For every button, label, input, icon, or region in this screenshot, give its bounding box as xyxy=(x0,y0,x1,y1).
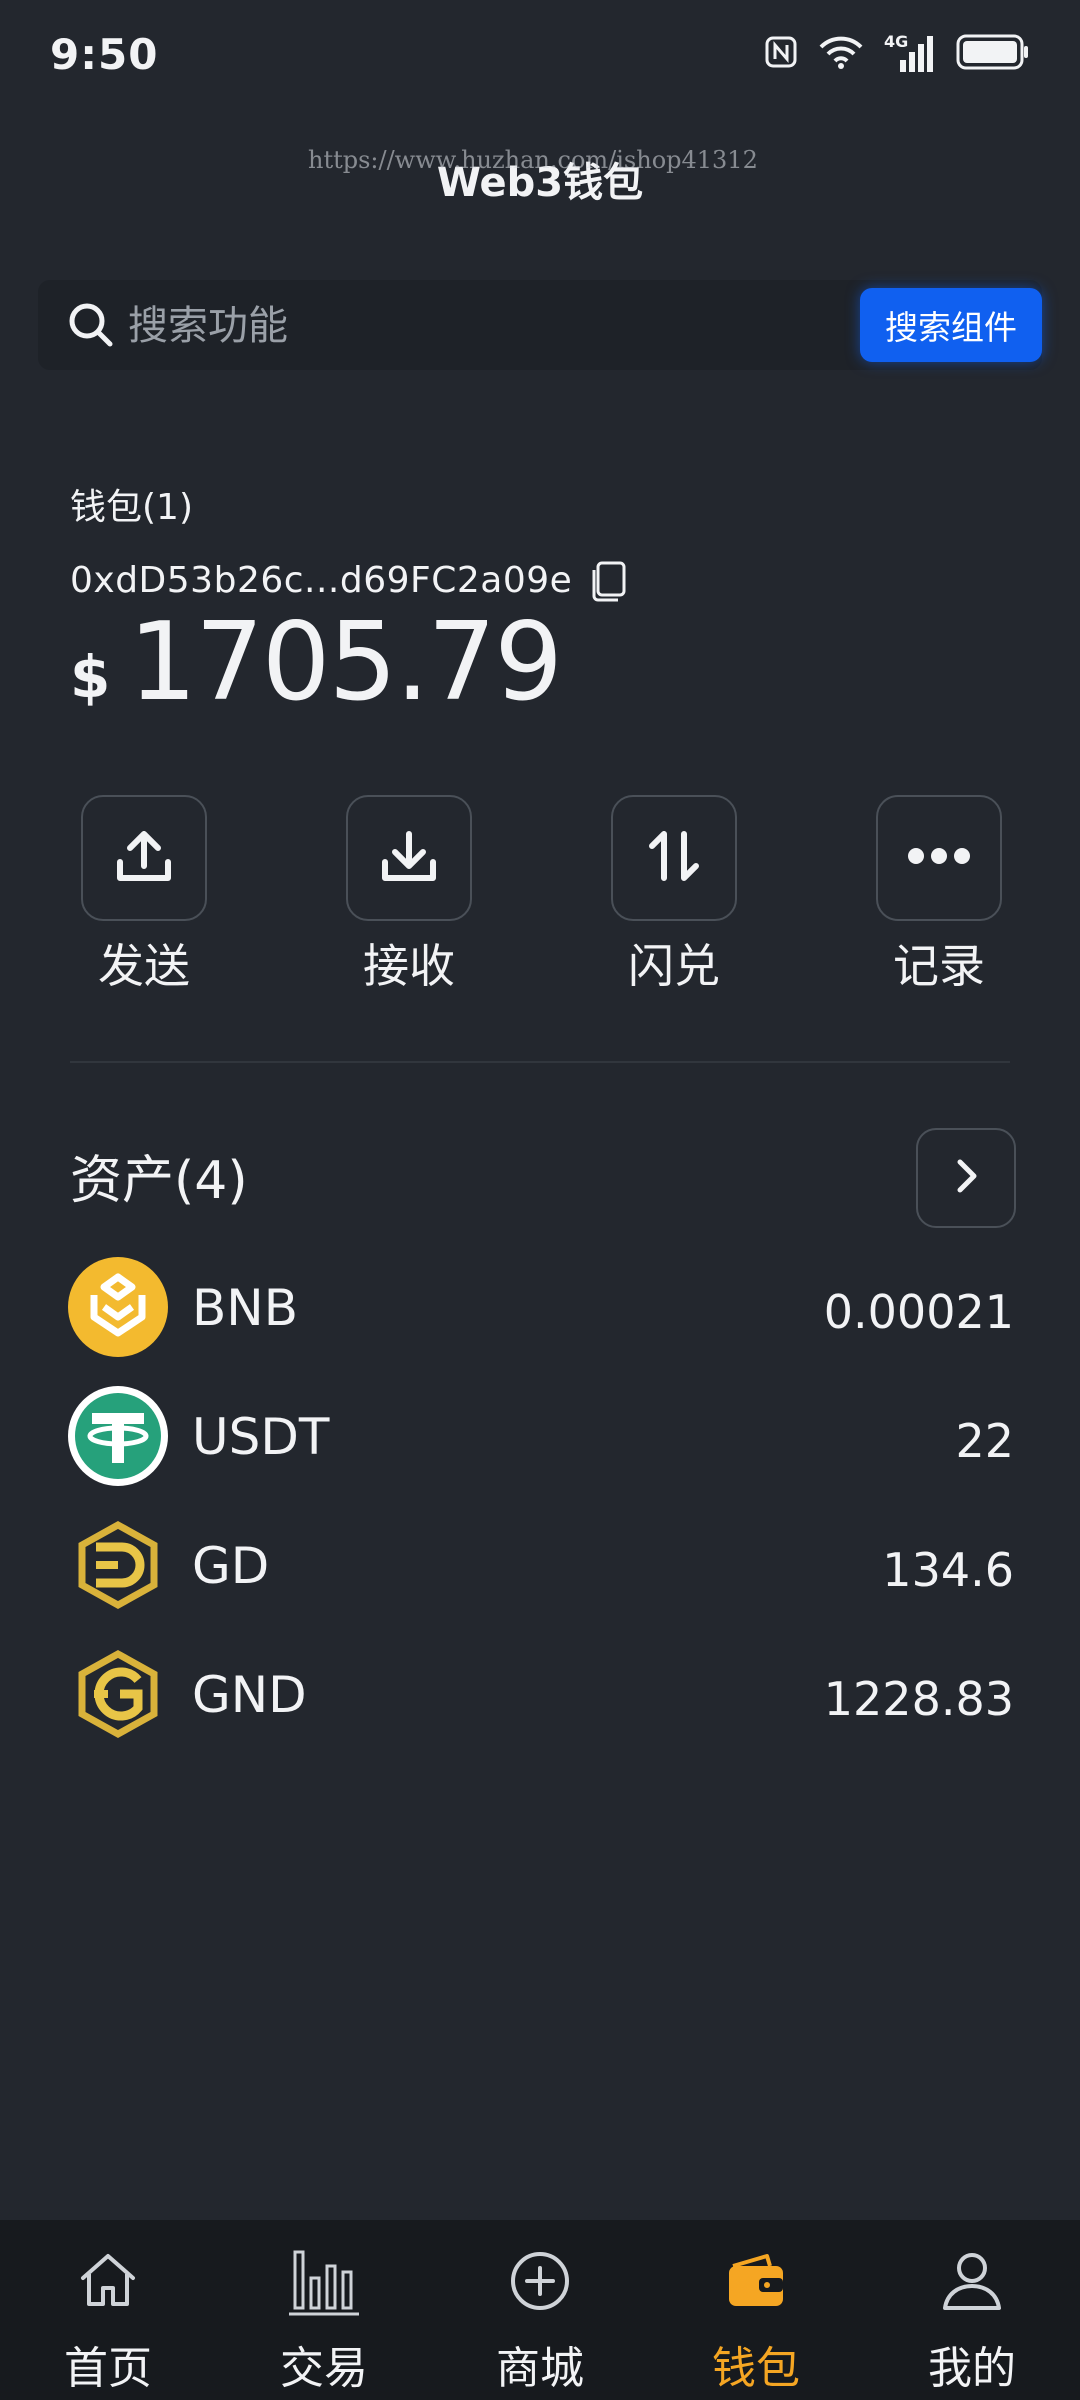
tab-label: 商城 xyxy=(496,2343,584,2394)
asset-name: BNB xyxy=(192,1279,299,1337)
status-bar: 9:50 4G xyxy=(0,0,1080,115)
wallet-icon xyxy=(648,2248,864,2314)
wallet-address: 0xdD53b26c...d69FC2a09e xyxy=(70,560,573,601)
asset-row-bnb[interactable]: BNB 0.00021 xyxy=(68,1257,1014,1357)
upload-icon xyxy=(112,824,176,892)
send-button-box[interactable] xyxy=(81,795,207,921)
assets-more-button[interactable] xyxy=(916,1128,1016,1228)
asset-balance: 22 xyxy=(955,1414,1014,1468)
more-icon xyxy=(906,846,972,870)
currency-symbol: $ xyxy=(70,643,111,711)
download-icon xyxy=(377,824,441,892)
tab-label: 交易 xyxy=(280,2343,368,2394)
bottom-tab-bar: 首页 交易 商城 钱包 我的 xyxy=(0,2220,1080,2400)
send-label: 发送 xyxy=(98,939,190,993)
chevron-right-icon xyxy=(946,1156,986,1200)
copy-icon[interactable] xyxy=(588,560,628,608)
asset-row-usdt[interactable]: USDT 22 xyxy=(68,1386,1014,1486)
battery-icon xyxy=(956,34,1030,74)
user-icon xyxy=(864,2248,1080,2314)
asset-name: GND xyxy=(192,1666,307,1724)
receive-button[interactable]: 接收 xyxy=(346,795,472,993)
swap-button-box[interactable] xyxy=(611,795,737,921)
tab-profile[interactable]: 我的 xyxy=(864,2220,1080,2400)
bar-chart-icon xyxy=(216,2248,432,2318)
tab-label: 首页 xyxy=(64,2343,152,2394)
system-icons: 4G xyxy=(764,32,1030,74)
search-button[interactable]: 搜索组件 xyxy=(860,288,1042,362)
tab-label: 我的 xyxy=(928,2343,1016,2394)
send-button[interactable]: 发送 xyxy=(81,795,207,993)
bnb-coin-icon xyxy=(68,1257,168,1357)
asset-name: GD xyxy=(192,1537,270,1595)
tab-wallet[interactable]: 钱包 xyxy=(648,2220,864,2400)
asset-row-gnd[interactable]: GND 1228.83 xyxy=(68,1644,1014,1744)
gd-coin-icon xyxy=(68,1515,168,1615)
records-button-box[interactable] xyxy=(876,795,1002,921)
status-time: 9:50 xyxy=(50,30,159,79)
asset-balance: 0.00021 xyxy=(823,1285,1014,1339)
plus-circle-icon xyxy=(432,2248,648,2314)
wallet-balance: $ 1705.79 xyxy=(70,600,563,725)
tab-trade[interactable]: 交易 xyxy=(216,2220,432,2400)
signal-icon: 4G xyxy=(884,32,936,74)
home-icon xyxy=(0,2248,216,2314)
watermark-text: https://www.huzhan.com/ishop41312 xyxy=(308,146,758,174)
tab-home[interactable]: 首页 xyxy=(0,2220,216,2400)
wallet-name: 钱包(1) xyxy=(70,487,193,528)
search-input[interactable] xyxy=(126,280,870,372)
assets-title: 资产(4) xyxy=(70,1151,248,1211)
records-label: 记录 xyxy=(893,939,985,993)
records-button[interactable]: 记录 xyxy=(876,795,1002,993)
gnd-coin-icon xyxy=(68,1644,168,1744)
receive-button-box[interactable] xyxy=(346,795,472,921)
swap-button[interactable]: 闪兑 xyxy=(611,795,737,993)
asset-row-gd[interactable]: GD 134.6 xyxy=(68,1515,1014,1615)
asset-name: USDT xyxy=(192,1408,330,1466)
swap-icon xyxy=(642,824,706,892)
tab-label: 钱包 xyxy=(712,2343,800,2394)
nfc-icon xyxy=(764,35,798,73)
tab-mall[interactable]: 商城 xyxy=(432,2220,648,2400)
receive-label: 接收 xyxy=(363,939,455,993)
asset-balance: 134.6 xyxy=(882,1543,1014,1597)
asset-balance: 1228.83 xyxy=(823,1672,1014,1726)
usdt-coin-icon xyxy=(68,1386,168,1486)
swap-label: 闪兑 xyxy=(628,939,720,993)
search-icon xyxy=(64,298,118,356)
balance-amount: 1705.79 xyxy=(128,600,563,725)
wifi-icon xyxy=(818,35,864,73)
divider xyxy=(70,1061,1010,1063)
search-bar: 搜索组件 xyxy=(38,280,1042,372)
